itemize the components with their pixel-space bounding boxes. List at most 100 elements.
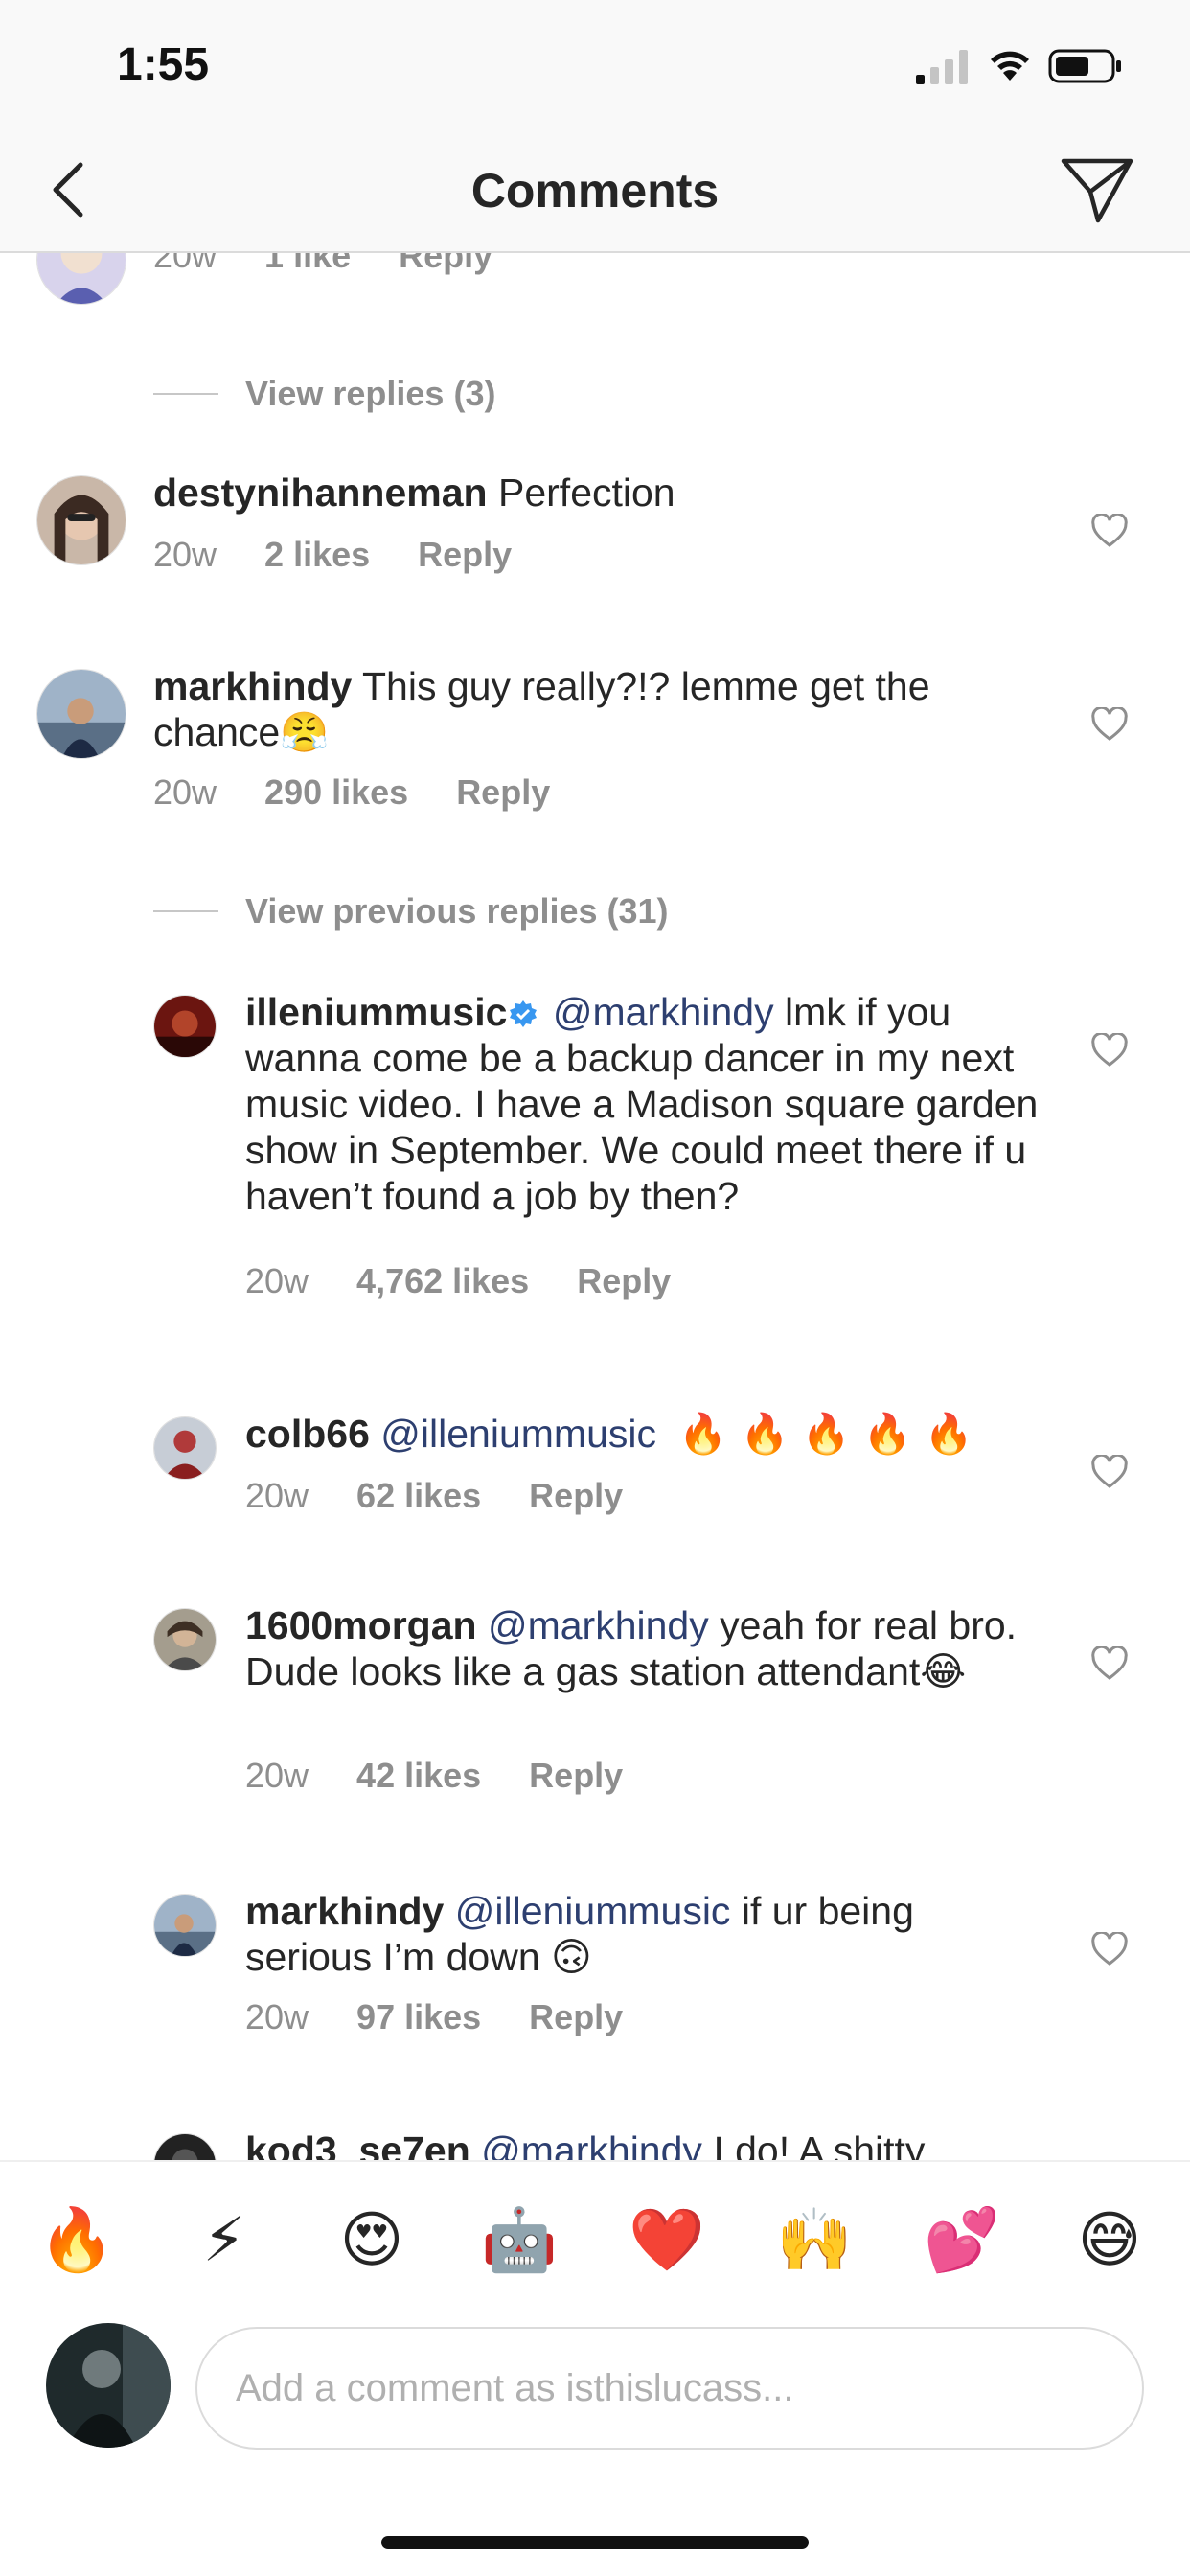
reply-row: illeniummusic @markhindy lmk if you wann… bbox=[0, 990, 1190, 1378]
like-count[interactable]: 42 likes bbox=[356, 1756, 481, 1795]
comment-input[interactable]: Add a comment as isthislucass... bbox=[195, 2327, 1144, 2450]
comments-list: 20w 1 like Reply View replies (3) destynih… bbox=[0, 253, 1190, 2160]
reply-row: 1600morgan @markhindy yeah for real bro.… bbox=[0, 1603, 1190, 1848]
home-indicator[interactable] bbox=[381, 2536, 809, 2549]
comment-emoji: 😂 bbox=[920, 1648, 967, 1694]
like-count[interactable]: 2 likes bbox=[264, 535, 370, 574]
nav-header: Comments bbox=[0, 126, 1190, 253]
view-replies-button[interactable]: View replies (3) bbox=[245, 374, 495, 414]
comment-text: kod3_se7en @markhindy I do! A shitty bbox=[245, 2128, 1041, 2160]
avatar[interactable] bbox=[36, 253, 126, 305]
cellular-signal-icon bbox=[916, 50, 968, 84]
comment-age: 20w bbox=[245, 1756, 309, 1795]
mention-link[interactable]: @markhindy bbox=[553, 990, 774, 1034]
reply-button[interactable]: Reply bbox=[399, 253, 492, 275]
reply-button[interactable]: Reply bbox=[418, 535, 512, 574]
comment-username[interactable]: illeniummusic bbox=[245, 990, 507, 1034]
reply-row: kod3_se7en @markhindy I do! A shitty bbox=[0, 2128, 1190, 2160]
like-count[interactable]: 62 likes bbox=[356, 1476, 481, 1515]
wifi-icon bbox=[991, 51, 1029, 80]
comment-meta: 20w 290 likes Reply bbox=[153, 772, 598, 813]
emoji-red-heart-button[interactable]: ❤️ bbox=[629, 2202, 705, 2279]
like-count[interactable]: 4,762 likes bbox=[356, 1261, 529, 1300]
comment-age: 20w bbox=[245, 1261, 309, 1300]
like-heart-icon[interactable] bbox=[1090, 1646, 1129, 1681]
like-heart-icon[interactable] bbox=[1090, 1033, 1129, 1068]
current-user-avatar[interactable] bbox=[46, 2323, 171, 2448]
emoji-two-hearts-button[interactable]: 💕 bbox=[924, 2202, 1000, 2279]
comment-text: colb66 @illeniummusic 🔥 🔥 🔥 🔥 🔥 bbox=[245, 1411, 1041, 1457]
avatar[interactable] bbox=[153, 995, 217, 1058]
like-count[interactable]: 290 likes bbox=[264, 772, 408, 812]
comment-text: illeniummusic @markhindy lmk if you wann… bbox=[245, 989, 1041, 1219]
comment-age: 20w bbox=[245, 1997, 309, 2036]
comment-emoji: 😤 bbox=[280, 709, 330, 755]
comment-input-placeholder: Add a comment as isthislucass... bbox=[236, 2367, 794, 2409]
like-count[interactable]: 97 likes bbox=[356, 1997, 481, 2036]
emoji-robot-button[interactable]: 🤖 bbox=[481, 2202, 558, 2279]
comment-username[interactable]: destynihanneman bbox=[153, 471, 488, 515]
divider bbox=[153, 393, 218, 395]
mention-link[interactable]: @illeniummusic bbox=[380, 1412, 656, 1456]
mention-link[interactable]: @markhindy bbox=[488, 1603, 709, 1647]
comment-meta: 20w 4,762 likes Reply bbox=[245, 1261, 719, 1301]
avatar[interactable] bbox=[153, 1894, 217, 1957]
emoji-raised-hands-button[interactable]: 🙌 bbox=[776, 2202, 853, 2279]
comment-text: markhindy @illeniummusic if ur being ser… bbox=[245, 1888, 1041, 1980]
comment-meta: 20w 2 likes Reply bbox=[153, 535, 560, 575]
emoji-quick-bar: 🔥 ⚡ 😍 🤖 ❤️ 🙌 💕 😅 bbox=[0, 2160, 1190, 2313]
comment-username[interactable]: markhindy bbox=[153, 664, 352, 708]
reply-button[interactable]: Reply bbox=[529, 1997, 623, 2036]
mention-link[interactable]: @markhindy bbox=[481, 2128, 702, 2160]
comment-text: markhindy This guy really?!? lemme get t… bbox=[153, 663, 1016, 755]
comment-meta: 20w 1 like Reply bbox=[153, 253, 540, 276]
like-heart-icon[interactable] bbox=[1090, 1932, 1129, 1966]
like-heart-icon[interactable] bbox=[1090, 514, 1129, 548]
comment-username[interactable]: markhindy bbox=[245, 1889, 444, 1933]
reply-button[interactable]: Reply bbox=[456, 772, 550, 812]
emoji-lightning-button[interactable]: ⚡ bbox=[186, 2202, 263, 2279]
comment-meta: 20w 97 likes Reply bbox=[245, 1997, 671, 2037]
comment-username[interactable]: 1600morgan bbox=[245, 1603, 477, 1647]
like-count[interactable]: 1 like bbox=[264, 253, 351, 275]
divider bbox=[153, 910, 218, 912]
avatar[interactable] bbox=[153, 1608, 217, 1671]
avatar[interactable] bbox=[153, 2133, 217, 2160]
verified-badge-icon bbox=[510, 1000, 538, 1027]
comment-username[interactable]: colb66 bbox=[245, 1412, 370, 1456]
mention-link[interactable]: @illeniummusic bbox=[455, 1889, 731, 1933]
comment-row: 20w 1 like Reply bbox=[0, 253, 1190, 330]
reply-button[interactable]: Reply bbox=[529, 1476, 623, 1515]
battery-icon bbox=[1048, 49, 1121, 83]
comment-row: markhindy This guy really?!? lemme get t… bbox=[0, 664, 1190, 861]
comment-age: 20w bbox=[153, 253, 217, 275]
emoji-sweat-smile-button[interactable]: 😅 bbox=[1071, 2202, 1148, 2279]
reply-button[interactable]: Reply bbox=[529, 1756, 623, 1795]
comment-text: destynihanneman Perfection bbox=[153, 470, 1016, 516]
page-title: Comments bbox=[470, 164, 720, 218]
reply-row: markhindy @illeniummusic if ur being ser… bbox=[0, 1889, 1190, 2085]
comment-age: 20w bbox=[245, 1476, 309, 1515]
comment-meta: 20w 62 likes Reply bbox=[245, 1476, 671, 1516]
comment-username[interactable]: kod3_se7en bbox=[245, 2128, 470, 2160]
like-heart-icon[interactable] bbox=[1090, 707, 1129, 742]
comment-meta: 20w 42 likes Reply bbox=[245, 1756, 671, 1796]
comment-emoji: 🔥 🔥 🔥 🔥 🔥 bbox=[678, 1411, 973, 1457]
comment-text: 1600morgan @markhindy yeah for real bro.… bbox=[245, 1602, 1041, 1694]
avatar[interactable] bbox=[36, 475, 126, 565]
reply-button[interactable]: Reply bbox=[577, 1261, 671, 1300]
status-bar: 1:55 bbox=[0, 0, 1190, 126]
comment-composer: Add a comment as isthislucass... bbox=[0, 2313, 1190, 2486]
status-time: 1:55 bbox=[117, 39, 210, 90]
emoji-heart-eyes-button[interactable]: 😍 bbox=[333, 2202, 410, 2279]
view-previous-replies-button[interactable]: View previous replies (31) bbox=[245, 891, 669, 932]
like-heart-icon[interactable] bbox=[1090, 1455, 1129, 1489]
comment-age: 20w bbox=[153, 535, 217, 574]
comment-emoji: 🙃 bbox=[551, 1934, 592, 1980]
direct-message-icon[interactable] bbox=[1060, 155, 1134, 224]
emoji-fire-button[interactable]: 🔥 bbox=[38, 2202, 115, 2279]
avatar[interactable] bbox=[153, 1416, 217, 1480]
comment-age: 20w bbox=[153, 772, 217, 812]
avatar[interactable] bbox=[36, 669, 126, 759]
reply-row: colb66 @illeniummusic 🔥 🔥 🔥 🔥 🔥 20w 62 li… bbox=[0, 1411, 1190, 1560]
